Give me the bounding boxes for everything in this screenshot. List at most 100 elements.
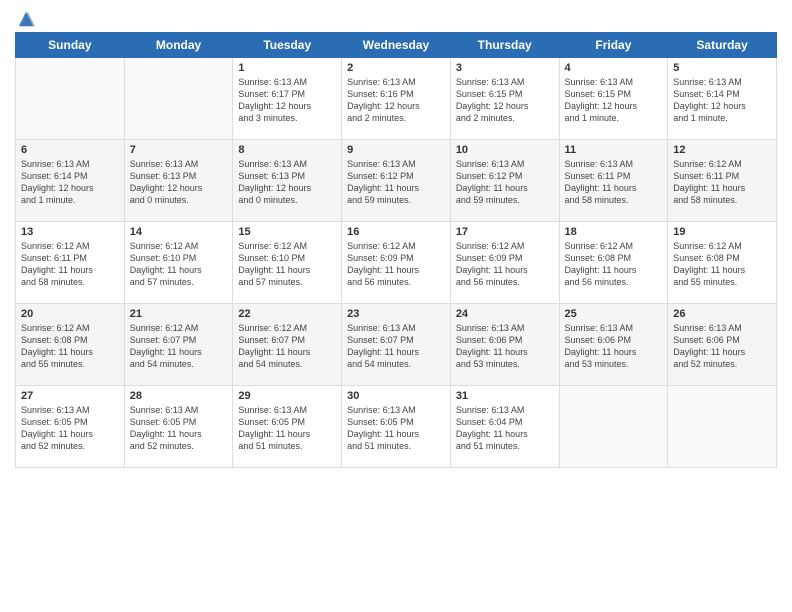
day-header-thursday: Thursday [450, 33, 559, 58]
cell-date-number: 26 [673, 308, 771, 320]
calendar-cell: 25 Sunrise: 6:13 AMSunset: 6:06 PMDayligh… [559, 304, 668, 386]
cell-date-number: 25 [565, 308, 663, 320]
cell-date-number: 3 [456, 62, 554, 74]
cell-date-number: 23 [347, 308, 445, 320]
calendar-cell: 16 Sunrise: 6:12 AMSunset: 6:09 PMDayligh… [342, 222, 451, 304]
cell-date-number: 18 [565, 226, 663, 238]
calendar-cell: 10 Sunrise: 6:13 AMSunset: 6:12 PMDayligh… [450, 140, 559, 222]
calendar-cell: 20 Sunrise: 6:12 AMSunset: 6:08 PMDayligh… [16, 304, 125, 386]
cell-info-text: Sunrise: 6:13 AMSunset: 6:05 PMDaylight:… [238, 404, 336, 453]
calendar-cell: 11 Sunrise: 6:13 AMSunset: 6:11 PMDayligh… [559, 140, 668, 222]
cell-date-number: 5 [673, 62, 771, 74]
cell-info-text: Sunrise: 6:13 AMSunset: 6:15 PMDaylight:… [565, 76, 663, 125]
calendar-cell: 17 Sunrise: 6:12 AMSunset: 6:09 PMDayligh… [450, 222, 559, 304]
calendar-cell: 4 Sunrise: 6:13 AMSunset: 6:15 PMDaylight… [559, 58, 668, 140]
calendar-cell: 19 Sunrise: 6:12 AMSunset: 6:08 PMDayligh… [668, 222, 777, 304]
cell-info-text: Sunrise: 6:13 AMSunset: 6:17 PMDaylight:… [238, 76, 336, 125]
cell-info-text: Sunrise: 6:13 AMSunset: 6:06 PMDaylight:… [565, 322, 663, 371]
calendar-cell: 26 Sunrise: 6:13 AMSunset: 6:06 PMDayligh… [668, 304, 777, 386]
calendar-cell: 5Sunrise: 6:13 AMSunset: 6:14 PMDaylight… [668, 58, 777, 140]
calendar-cell: 9Sunrise: 6:13 AMSunset: 6:12 PMDaylight… [342, 140, 451, 222]
cell-info-text: Sunrise: 6:13 AMSunset: 6:13 PMDaylight:… [238, 158, 336, 207]
cell-info-text: Sunrise: 6:12 AMSunset: 6:08 PMDaylight:… [565, 240, 663, 289]
cell-date-number: 24 [456, 308, 554, 320]
calendar-cell: 6 Sunrise: 6:13 AMSunset: 6:14 PMDaylight… [16, 140, 125, 222]
cell-info-text: Sunrise: 6:13 AMSunset: 6:04 PMDaylight:… [456, 404, 554, 453]
logo-icon [17, 10, 35, 28]
calendar-cell: 8 Sunrise: 6:13 AMSunset: 6:13 PMDaylight… [233, 140, 342, 222]
calendar-cell: 2 Sunrise: 6:13 AMSunset: 6:16 PMDaylight… [342, 58, 451, 140]
logo [15, 10, 35, 24]
calendar-cell: 14 Sunrise: 6:12 AMSunset: 6:10 PMDayligh… [124, 222, 233, 304]
cell-info-text: Sunrise: 6:12 AMSunset: 6:09 PMDaylight:… [347, 240, 445, 289]
cell-date-number: 16 [347, 226, 445, 238]
cell-info-text: Sunrise: 6:13 AMSunset: 6:05 PMDaylight:… [130, 404, 228, 453]
calendar-cell: 23 Sunrise: 6:13 AMSunset: 6:07 PMDayligh… [342, 304, 451, 386]
cell-date-number: 31 [456, 390, 554, 402]
main-container: SundayMondayTuesdayWednesdayThursdayFrid… [0, 0, 792, 478]
calendar-cell: 1 Sunrise: 6:13 AMSunset: 6:17 PMDaylight… [233, 58, 342, 140]
calendar-cell [124, 58, 233, 140]
cell-info-text: Sunrise: 6:13 AMSunset: 6:12 PMDaylight:… [456, 158, 554, 207]
cell-date-number: 20 [21, 308, 119, 320]
cell-info-text: Sunrise: 6:13 AMSunset: 6:06 PMDaylight:… [456, 322, 554, 371]
calendar-cell: 31 Sunrise: 6:13 AMSunset: 6:04 PMDayligh… [450, 386, 559, 468]
cell-date-number: 12 [673, 144, 771, 156]
cell-info-text: Sunrise: 6:12 AMSunset: 6:07 PMDaylight:… [130, 322, 228, 371]
day-header-tuesday: Tuesday [233, 33, 342, 58]
cell-date-number: 19 [673, 226, 771, 238]
cell-info-text: Sunrise: 6:13 AMSunset: 6:06 PMDaylight:… [673, 322, 771, 371]
cell-info-text: Sunrise: 6:13 AMSunset: 6:16 PMDaylight:… [347, 76, 445, 125]
cell-date-number: 21 [130, 308, 228, 320]
cell-info-text: Sunrise: 6:12 AMSunset: 6:11 PMDaylight:… [673, 158, 771, 207]
cell-date-number: 17 [456, 226, 554, 238]
calendar-table: SundayMondayTuesdayWednesdayThursdayFrid… [15, 32, 777, 468]
cell-date-number: 14 [130, 226, 228, 238]
day-header-saturday: Saturday [668, 33, 777, 58]
cell-info-text: Sunrise: 6:13 AMSunset: 6:11 PMDaylight:… [565, 158, 663, 207]
calendar-cell: 21 Sunrise: 6:12 AMSunset: 6:07 PMDayligh… [124, 304, 233, 386]
cell-info-text: Sunrise: 6:13 AMSunset: 6:07 PMDaylight:… [347, 322, 445, 371]
calendar-cell [16, 58, 125, 140]
cell-date-number: 27 [21, 390, 119, 402]
cell-info-text: Sunrise: 6:12 AMSunset: 6:09 PMDaylight:… [456, 240, 554, 289]
cell-info-text: Sunrise: 6:13 AMSunset: 6:15 PMDaylight:… [456, 76, 554, 125]
day-header-monday: Monday [124, 33, 233, 58]
day-header-wednesday: Wednesday [342, 33, 451, 58]
day-header-friday: Friday [559, 33, 668, 58]
calendar-cell [559, 386, 668, 468]
cell-date-number: 8 [238, 144, 336, 156]
calendar-cell: 28 Sunrise: 6:13 AMSunset: 6:05 PMDayligh… [124, 386, 233, 468]
cell-date-number: 1 [238, 62, 336, 74]
calendar-cell: 22Sunrise: 6:12 AMSunset: 6:07 PMDayligh… [233, 304, 342, 386]
cell-info-text: Sunrise: 6:12 AMSunset: 6:08 PMDaylight:… [21, 322, 119, 371]
calendar-cell: 27Sunrise: 6:13 AMSunset: 6:05 PMDayligh… [16, 386, 125, 468]
cell-date-number: 28 [130, 390, 228, 402]
calendar-cell: 13 Sunrise: 6:12 AMSunset: 6:11 PMDayligh… [16, 222, 125, 304]
cell-info-text: Sunrise: 6:12 AMSunset: 6:10 PMDaylight:… [238, 240, 336, 289]
calendar-cell: 29Sunrise: 6:13 AMSunset: 6:05 PMDayligh… [233, 386, 342, 468]
cell-info-text: Sunrise: 6:13 AMSunset: 6:13 PMDaylight:… [130, 158, 228, 207]
cell-info-text: Sunrise: 6:13 AMSunset: 6:12 PMDaylight:… [347, 158, 445, 207]
calendar-cell: 3 Sunrise: 6:13 AMSunset: 6:15 PMDaylight… [450, 58, 559, 140]
calendar-cell [668, 386, 777, 468]
cell-info-text: Sunrise: 6:12 AMSunset: 6:08 PMDaylight:… [673, 240, 771, 289]
cell-date-number: 13 [21, 226, 119, 238]
day-header-sunday: Sunday [16, 33, 125, 58]
cell-date-number: 30 [347, 390, 445, 402]
cell-date-number: 4 [565, 62, 663, 74]
cell-info-text: Sunrise: 6:12 AMSunset: 6:10 PMDaylight:… [130, 240, 228, 289]
cell-date-number: 7 [130, 144, 228, 156]
cell-info-text: Sunrise: 6:13 AMSunset: 6:14 PMDaylight:… [21, 158, 119, 207]
cell-date-number: 6 [21, 144, 119, 156]
cell-date-number: 11 [565, 144, 663, 156]
cell-date-number: 10 [456, 144, 554, 156]
header [15, 10, 777, 24]
calendar-cell: 15Sunrise: 6:12 AMSunset: 6:10 PMDayligh… [233, 222, 342, 304]
cell-info-text: Sunrise: 6:12 AMSunset: 6:11 PMDaylight:… [21, 240, 119, 289]
cell-date-number: 2 [347, 62, 445, 74]
cell-info-text: Sunrise: 6:12 AMSunset: 6:07 PMDaylight:… [238, 322, 336, 371]
calendar-cell: 18 Sunrise: 6:12 AMSunset: 6:08 PMDayligh… [559, 222, 668, 304]
calendar-cell: 12 Sunrise: 6:12 AMSunset: 6:11 PMDayligh… [668, 140, 777, 222]
calendar-cell: 7 Sunrise: 6:13 AMSunset: 6:13 PMDaylight… [124, 140, 233, 222]
